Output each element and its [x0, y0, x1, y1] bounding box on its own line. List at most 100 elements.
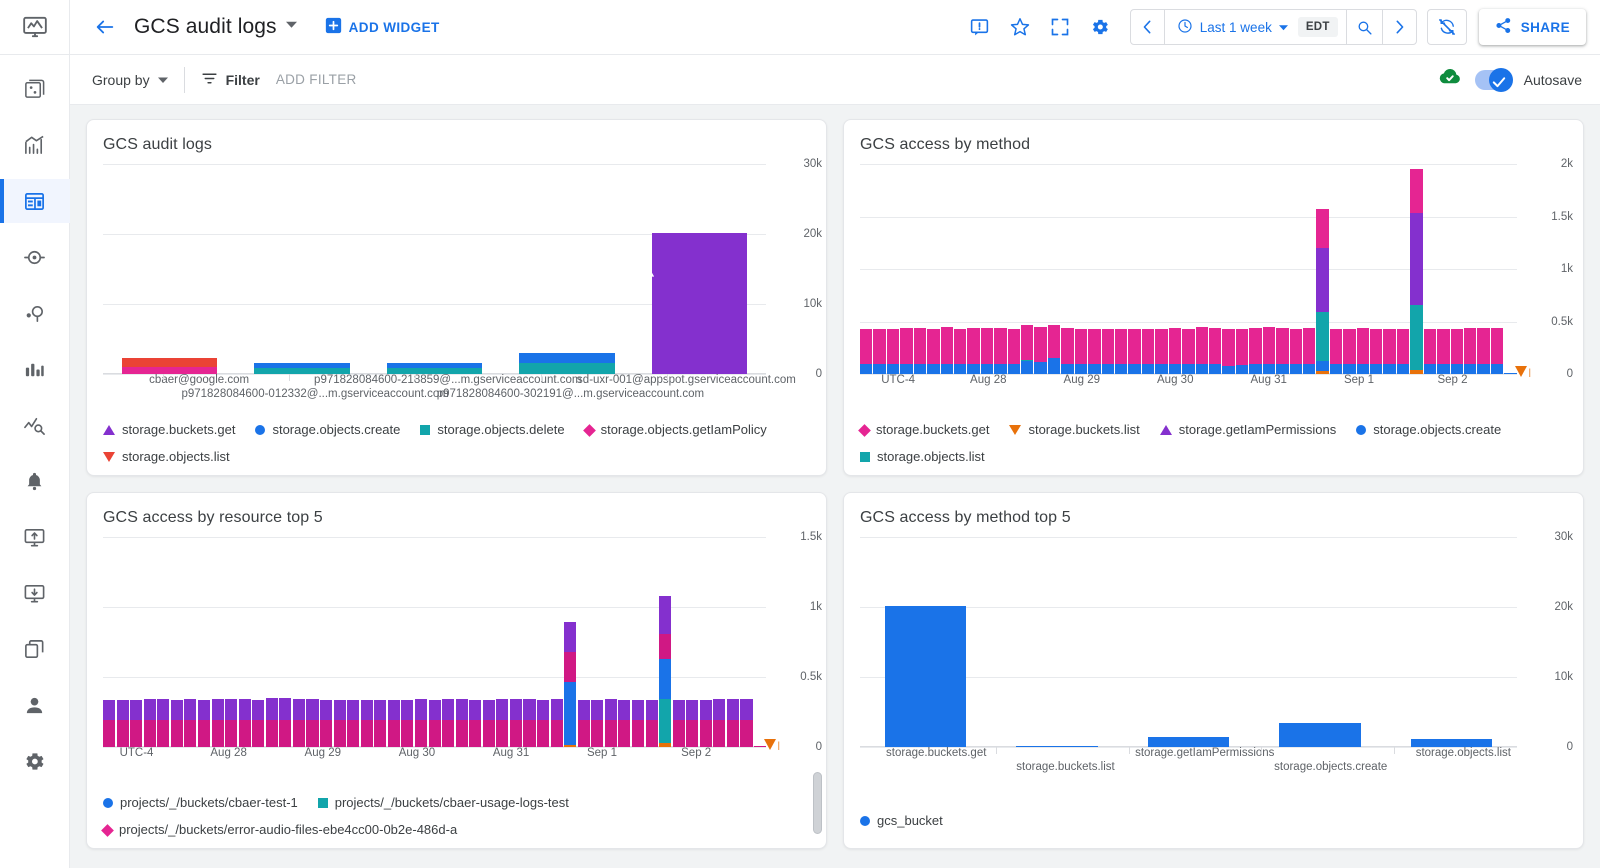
table-row[interactable]	[1115, 164, 1128, 374]
legend-item[interactable]: projects/_/buckets/cbaer-test-1	[103, 793, 298, 814]
time-range-selector[interactable]: Last 1 week	[1165, 10, 1298, 44]
table-row[interactable]	[994, 164, 1007, 374]
table-row[interactable]	[591, 537, 604, 747]
table-row[interactable]	[686, 537, 699, 747]
legend-item[interactable]: storage.objects.create	[1356, 420, 1501, 441]
table-row[interactable]	[1047, 164, 1061, 374]
table-row[interactable]	[265, 537, 278, 747]
table-row[interactable]	[157, 537, 170, 747]
widget-scrollbar[interactable]	[813, 772, 822, 834]
table-row[interactable]	[900, 164, 913, 374]
monitoring-logo-icon[interactable]	[0, 0, 70, 55]
table-row[interactable]	[320, 537, 333, 747]
table-row[interactable]	[387, 537, 400, 747]
table-row[interactable]	[726, 537, 739, 747]
table-row[interactable]	[754, 537, 767, 747]
table-row[interactable]	[659, 537, 672, 747]
table-row[interactable]	[509, 537, 522, 747]
table-row[interactable]	[1208, 164, 1222, 374]
chart-bar[interactable]	[1410, 739, 1493, 747]
sidebar-item-metrics-scope[interactable]	[0, 403, 70, 447]
table-row[interactable]	[1088, 164, 1101, 374]
fullscreen-icon[interactable]	[1040, 7, 1080, 47]
table-row[interactable]	[1316, 164, 1329, 374]
legend-item[interactable]: storage.objects.list	[103, 447, 230, 468]
table-row[interactable]	[1370, 164, 1383, 374]
table-row[interactable]	[967, 164, 980, 374]
table-row[interactable]	[860, 164, 873, 374]
table-row[interactable]	[170, 537, 183, 747]
legend-item[interactable]: storage.objects.getIamPolicy	[582, 420, 767, 441]
legend-item[interactable]: gcs_bucket	[860, 811, 943, 832]
table-row[interactable]	[279, 537, 292, 747]
table-row[interactable]	[1195, 164, 1208, 374]
table-row[interactable]	[577, 537, 590, 747]
table-row[interactable]	[1383, 164, 1396, 374]
group-by-button[interactable]: Group by	[92, 72, 168, 88]
table-row[interactable]	[1329, 164, 1343, 374]
table-row[interactable]	[1423, 164, 1437, 374]
table-row[interactable]	[121, 164, 218, 374]
autosave-toggle[interactable]	[1474, 67, 1513, 92]
table-row[interactable]	[1249, 164, 1262, 374]
sidebar-item-integrations[interactable]	[0, 235, 70, 279]
table-row[interactable]	[913, 164, 927, 374]
legend-item[interactable]: storage.buckets.get	[858, 420, 989, 441]
table-row[interactable]	[184, 537, 197, 747]
table-row[interactable]	[1141, 164, 1155, 374]
table-row[interactable]	[1101, 164, 1115, 374]
table-row[interactable]	[1034, 164, 1047, 374]
widget-gcs-access-by-method[interactable]: GCS access by method 0 0.5k 1k 1.5k 2k | UTC…	[843, 119, 1584, 476]
table-row[interactable]	[1128, 164, 1141, 374]
table-row[interactable]	[143, 537, 156, 747]
table-row[interactable]	[645, 537, 658, 747]
table-row[interactable]	[1504, 164, 1517, 374]
table-row[interactable]	[713, 537, 726, 747]
add-widget-button[interactable]: ADD WIDGET	[325, 17, 440, 37]
feedback-icon[interactable]	[960, 7, 1000, 47]
table-row[interactable]	[740, 537, 753, 747]
table-row[interactable]	[116, 537, 129, 747]
table-row[interactable]	[604, 537, 617, 747]
sidebar-item-metrics[interactable]	[0, 347, 70, 391]
table-row[interactable]	[953, 164, 967, 374]
sidebar-item-synthetic-monitors[interactable]	[0, 571, 70, 615]
table-row[interactable]	[292, 537, 305, 747]
table-row[interactable]	[631, 537, 644, 747]
filter-button[interactable]: Filter	[201, 70, 260, 90]
table-row[interactable]	[1235, 164, 1249, 374]
widget-gcs-audit-logs[interactable]: GCS audit logs 0 10k 20k 30k cbaer@google.c…	[86, 119, 827, 476]
table-row[interactable]	[1289, 164, 1302, 374]
sidebar-item-uptime-checks[interactable]	[0, 515, 70, 559]
add-filter-button[interactable]: ADD FILTER	[276, 72, 357, 87]
legend-item[interactable]: storage.buckets.list	[1009, 420, 1140, 441]
table-row[interactable]	[197, 537, 210, 747]
table-row[interactable]	[519, 164, 615, 374]
table-row[interactable]	[103, 537, 116, 747]
table-row[interactable]	[1262, 164, 1276, 374]
table-row[interactable]	[306, 537, 319, 747]
legend-item[interactable]: storage.buckets.get	[103, 420, 235, 441]
sidebar-item-account[interactable]	[0, 683, 70, 727]
sidebar-item-dashboards[interactable]	[0, 179, 70, 223]
table-row[interactable]	[699, 537, 712, 747]
table-row[interactable]	[360, 537, 373, 747]
table-row[interactable]	[130, 537, 143, 747]
table-row[interactable]	[225, 537, 238, 747]
table-row[interactable]	[414, 537, 427, 747]
table-row[interactable]	[523, 537, 536, 747]
sidebar-item-services[interactable]	[0, 291, 70, 335]
table-row[interactable]	[980, 164, 994, 374]
table-row[interactable]	[1007, 164, 1021, 374]
table-row[interactable]	[347, 537, 360, 747]
table-row[interactable]	[1437, 164, 1450, 374]
table-row[interactable]	[254, 164, 350, 374]
table-row[interactable]	[1410, 164, 1423, 374]
time-range-prev-button[interactable]	[1131, 10, 1165, 44]
table-row[interactable]	[1450, 164, 1463, 374]
table-row[interactable]	[550, 537, 563, 747]
timezone-badge[interactable]: EDT	[1297, 17, 1338, 37]
star-icon[interactable]	[1000, 7, 1040, 47]
table-row[interactable]	[1463, 164, 1477, 374]
legend-item[interactable]: storage.objects.create	[255, 420, 400, 441]
